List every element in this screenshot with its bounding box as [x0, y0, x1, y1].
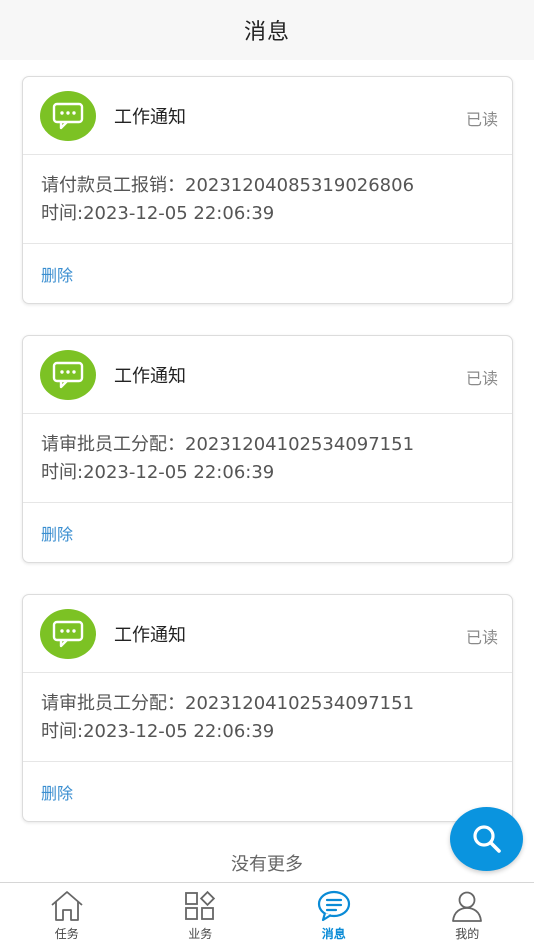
read-status-label: 已读 — [465, 627, 498, 647]
message-body: 请付款员工报销：20231204085319026806 时间:2023-12-… — [23, 155, 512, 244]
search-fab-button[interactable] — [450, 807, 523, 871]
message-card-header: 工作通知 已读 — [23, 595, 512, 673]
chat-icon — [316, 889, 352, 923]
message-content: 请付款员工报销：20231204085319026806 — [41, 175, 415, 196]
message-title: 工作通知 — [114, 624, 186, 646]
chat-bubble-icon — [52, 620, 84, 647]
message-time: 时间:2023-12-05 22:06:39 — [41, 721, 275, 742]
delete-button[interactable]: 删除 — [41, 521, 73, 545]
read-status-label: 已读 — [465, 368, 498, 388]
message-content: 请审批员工分配：20231204102534097151 — [41, 434, 415, 455]
tab-label: 任务 — [54, 927, 79, 941]
user-icon — [449, 889, 485, 923]
page-title: 消息 — [243, 20, 290, 45]
tab-label: 我的 — [455, 927, 480, 941]
message-card-footer: 删除 — [23, 244, 512, 303]
message-card-header: 工作通知 已读 — [23, 336, 512, 414]
message-card-header: 工作通知 已读 — [23, 77, 512, 155]
message-time: 时间:2023-12-05 22:06:39 — [41, 203, 275, 224]
message-card[interactable]: 工作通知 已读 请审批员工分配：20231204102534097151 时间:… — [22, 335, 513, 563]
chat-bubble-icon — [52, 361, 84, 388]
message-title: 工作通知 — [114, 106, 186, 128]
message-title: 工作通知 — [114, 365, 186, 387]
tab-mine[interactable]: 我的 — [401, 883, 534, 950]
top-header: 消息 — [0, 0, 534, 60]
read-status-label: 已读 — [465, 109, 498, 129]
message-content: 请审批员工分配：20231204102534097151 — [41, 693, 415, 714]
search-icon — [472, 825, 501, 853]
bottom-tab-bar: 任务 业务 消息 我的 — [0, 882, 534, 950]
message-body: 请审批员工分配：20231204102534097151 时间:2023-12-… — [23, 414, 512, 503]
tab-tasks[interactable]: 任务 — [0, 883, 134, 950]
delete-button[interactable]: 删除 — [41, 262, 73, 286]
home-icon — [49, 889, 85, 923]
tab-label: 业务 — [188, 927, 213, 941]
message-avatar-icon — [40, 349, 96, 400]
chat-bubble-icon — [52, 102, 84, 129]
message-card[interactable]: 工作通知 已读 请审批员工分配：20231204102534097151 时间:… — [22, 594, 513, 822]
message-card-footer: 删除 — [23, 762, 512, 821]
tab-label: 消息 — [321, 927, 346, 941]
message-avatar-icon — [40, 90, 96, 141]
message-body: 请审批员工分配：20231204102534097151 时间:2023-12-… — [23, 673, 512, 762]
delete-button[interactable]: 删除 — [41, 780, 73, 804]
message-time: 时间:2023-12-05 22:06:39 — [41, 462, 275, 483]
tab-business[interactable]: 业务 — [134, 883, 268, 950]
message-card-footer: 删除 — [23, 503, 512, 562]
message-card[interactable]: 工作通知 已读 请付款员工报销：20231204085319026806 时间:… — [22, 76, 513, 304]
message-avatar-icon — [40, 608, 96, 659]
tab-messages[interactable]: 消息 — [267, 883, 401, 950]
grid-icon — [182, 889, 218, 923]
